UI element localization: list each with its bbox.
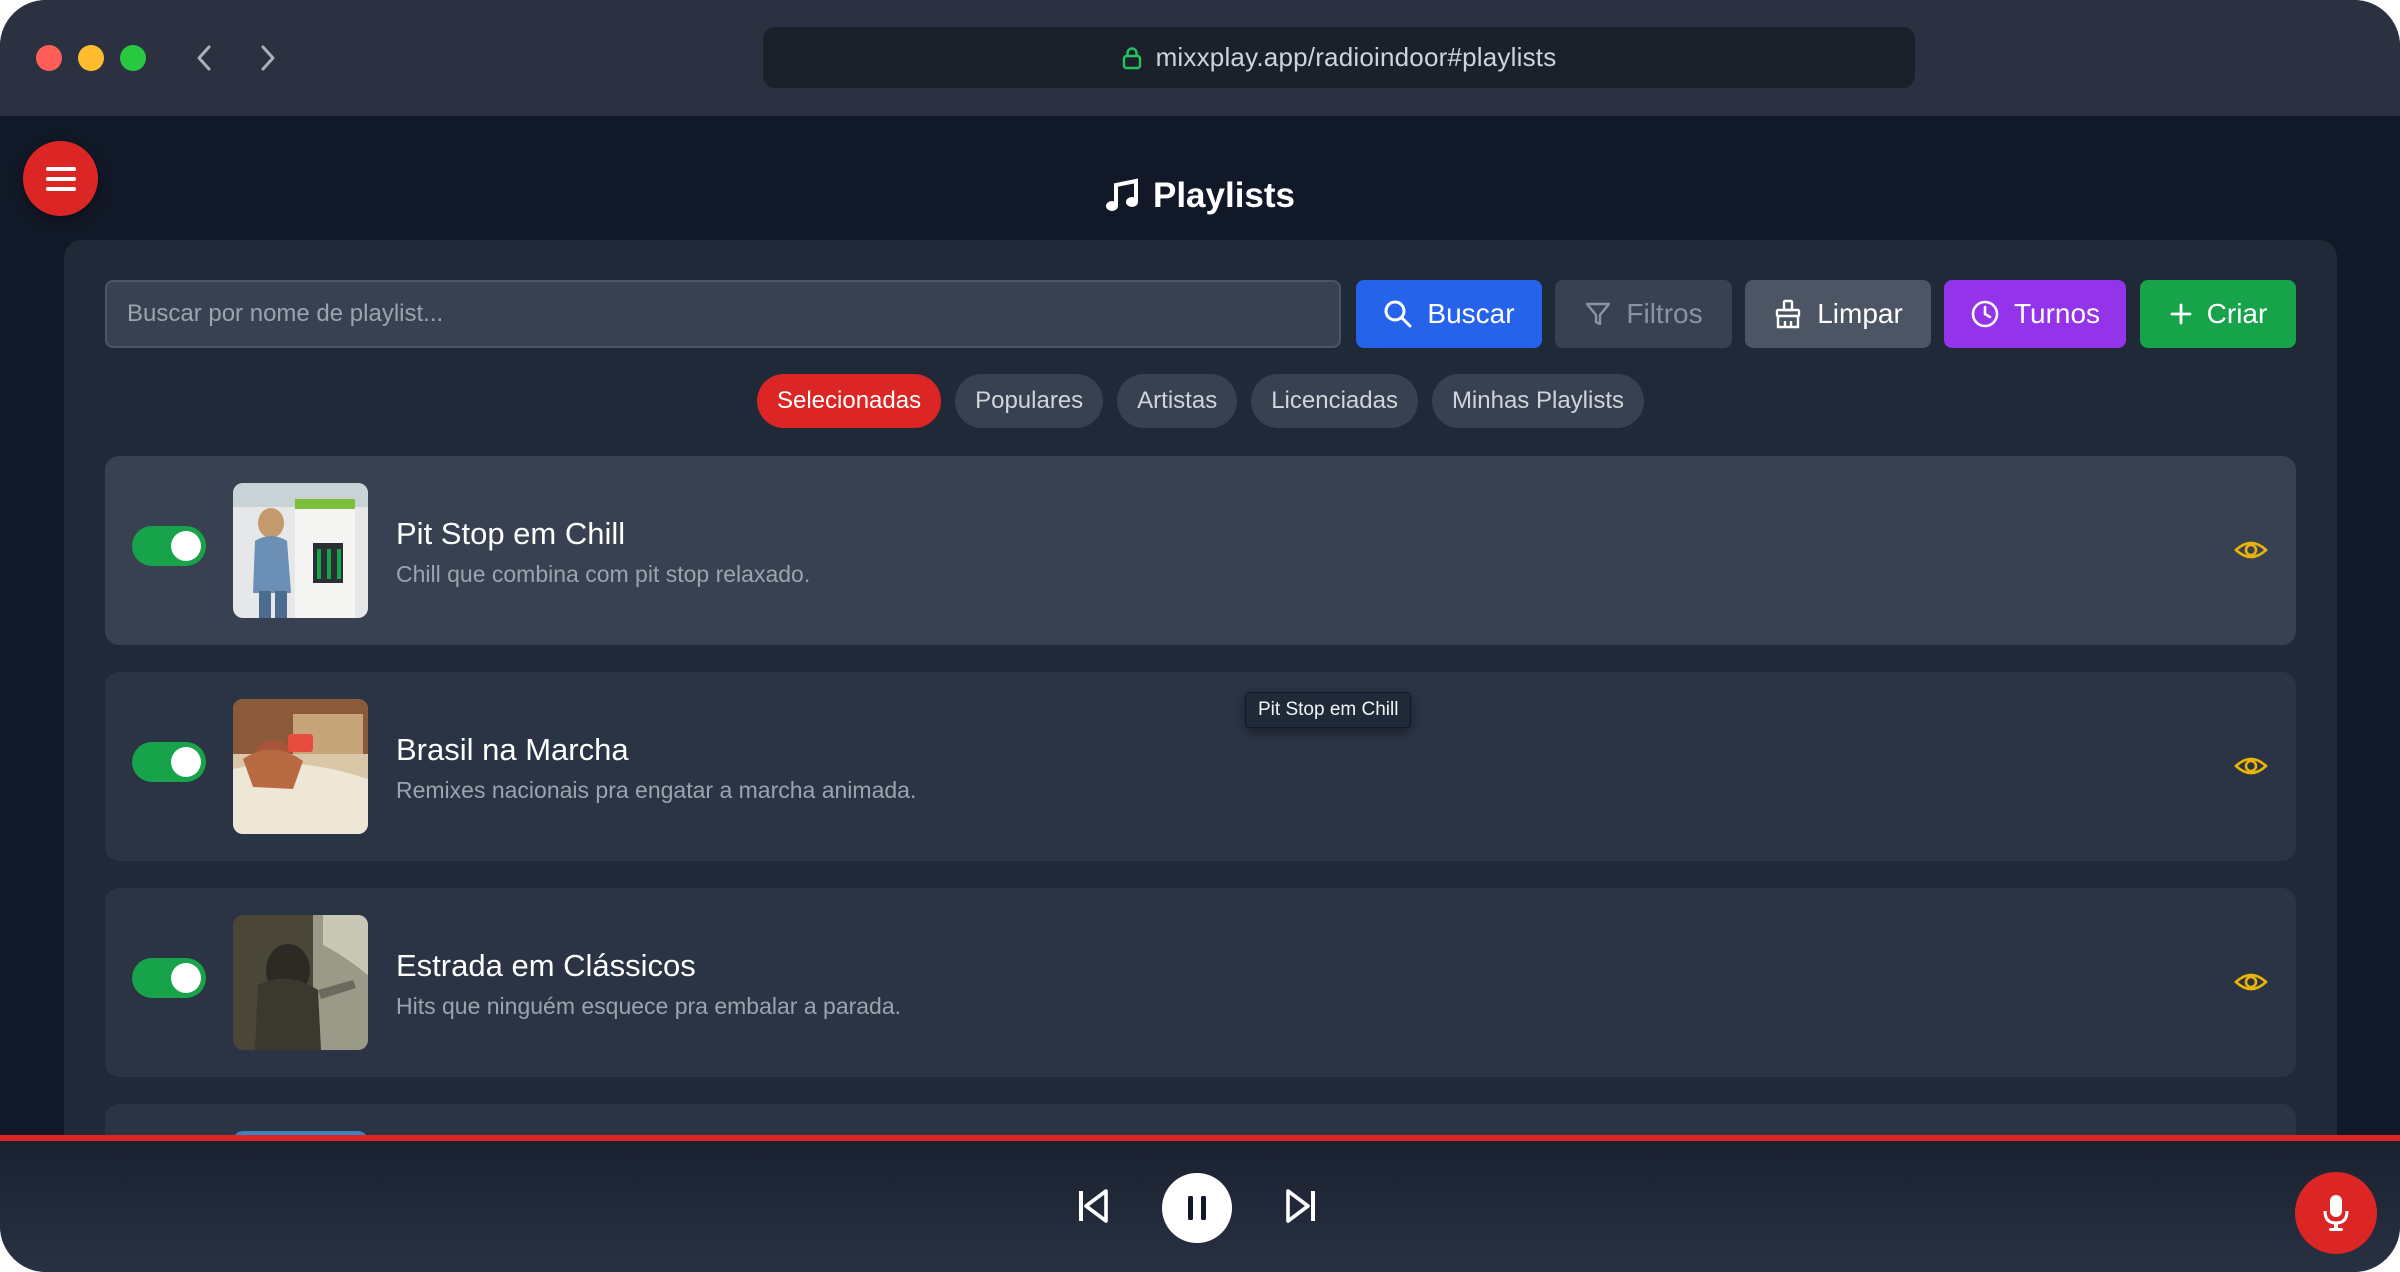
playlist-card[interactable]: Brasil na Marcha Remixes nacionais pra e… bbox=[105, 672, 2296, 861]
tab-licenciadas[interactable]: Licenciadas bbox=[1251, 374, 1418, 428]
limpar-label: Limpar bbox=[1817, 298, 1903, 329]
address-bar[interactable]: mixxplay.app/radioindoor#playlists bbox=[763, 27, 1915, 88]
turnos-button[interactable]: Turnos bbox=[1944, 280, 2126, 348]
buscar-button[interactable]: Buscar bbox=[1356, 280, 1542, 348]
page-title-text: Playlists bbox=[1152, 176, 1296, 215]
filtros-button[interactable]: Filtros bbox=[1555, 280, 1732, 348]
buscar-label: Buscar bbox=[1427, 298, 1515, 329]
browser-toolbar: mixxplay.app/radioindoor#playlists bbox=[0, 0, 2400, 116]
playlist-title: Pit Stop em Chill bbox=[396, 516, 626, 551]
filter-icon bbox=[1586, 302, 1611, 326]
playlist-toggle[interactable] bbox=[132, 958, 206, 998]
playlist-toggle[interactable] bbox=[132, 742, 206, 782]
browser-window: mixxplay.app/radioindoor#playlists Playl… bbox=[0, 0, 2400, 1272]
minimize-window-button[interactable] bbox=[78, 45, 104, 71]
toggle-knob bbox=[171, 747, 201, 777]
next-button[interactable] bbox=[1281, 1181, 1321, 1231]
playlist-thumbnail bbox=[233, 915, 368, 1050]
forward-button[interactable] bbox=[248, 38, 288, 78]
music-note-icon bbox=[1105, 178, 1138, 211]
pause-button[interactable] bbox=[1162, 1173, 1232, 1243]
playlist-card[interactable]: Pit Stop em Chill Chill que combina com … bbox=[105, 456, 2296, 645]
page-title: Playlists bbox=[0, 170, 2400, 222]
tab-minhas-playlists[interactable]: Minhas Playlists bbox=[1431, 374, 1644, 428]
pause-icon bbox=[1188, 1196, 1206, 1220]
plus-icon bbox=[2170, 303, 2192, 325]
playlist-description: Remixes nacionais pra engatar a marcha a… bbox=[396, 777, 917, 803]
eye-icon[interactable] bbox=[2233, 964, 2269, 1000]
playlist-description: Chill que combina com pit stop relaxado. bbox=[396, 561, 811, 587]
search-icon bbox=[1384, 300, 1412, 328]
category-tabs: Selecionadas Populares Artistas Licencia… bbox=[64, 374, 2337, 428]
microphone-icon bbox=[2323, 1195, 2349, 1231]
criar-label: Criar bbox=[2206, 298, 2268, 329]
close-window-button[interactable] bbox=[36, 45, 62, 71]
url-text: mixxplay.app/radioindoor#playlists bbox=[1155, 42, 1557, 72]
eye-icon[interactable] bbox=[2233, 748, 2269, 784]
chevron-left-icon bbox=[197, 45, 211, 71]
search-input[interactable] bbox=[105, 280, 1341, 348]
criar-button[interactable]: Criar bbox=[2140, 280, 2296, 348]
tab-artistas[interactable]: Artistas bbox=[1117, 374, 1238, 428]
turnos-label: Turnos bbox=[2013, 298, 2101, 329]
playlists-panel: Buscar Filtros Limpar Turnos Criar Selec… bbox=[64, 240, 2337, 1272]
previous-button[interactable] bbox=[1073, 1181, 1113, 1231]
filtros-label: Filtros bbox=[1626, 298, 1703, 329]
tab-selecionadas[interactable]: Selecionadas bbox=[756, 374, 942, 428]
back-button[interactable] bbox=[184, 38, 224, 78]
toggle-knob bbox=[171, 531, 201, 561]
chevron-right-icon bbox=[261, 45, 275, 71]
limpar-button[interactable]: Limpar bbox=[1745, 280, 1931, 348]
toggle-knob bbox=[171, 963, 201, 993]
playlist-title: Brasil na Marcha bbox=[396, 732, 629, 767]
player-bar bbox=[0, 1135, 2400, 1272]
playlist-title: Estrada em Clássicos bbox=[396, 948, 696, 983]
lock-icon bbox=[1122, 46, 1141, 69]
broom-icon bbox=[1776, 299, 1801, 329]
skip-back-icon bbox=[1079, 1189, 1108, 1223]
playlist-toggle[interactable] bbox=[132, 526, 206, 566]
playlist-thumbnail bbox=[233, 483, 368, 618]
skip-forward-icon bbox=[1286, 1189, 1315, 1223]
maximize-window-button[interactable] bbox=[120, 45, 146, 71]
tab-populares[interactable]: Populares bbox=[955, 374, 1104, 428]
app-page: Playlists Buscar Filtros Limpar Turnos bbox=[0, 116, 2400, 1272]
microphone-button[interactable] bbox=[2295, 1172, 2377, 1254]
playlist-card[interactable]: Estrada em Clássicos Hits que ninguém es… bbox=[105, 888, 2296, 1077]
clock-icon bbox=[1971, 300, 1999, 328]
playlist-thumbnail bbox=[233, 699, 368, 834]
playlist-description: Hits que ninguém esquece pra embalar a p… bbox=[396, 993, 902, 1019]
tooltip: Pit Stop em Chill bbox=[1245, 692, 1412, 728]
eye-icon[interactable] bbox=[2233, 532, 2269, 568]
